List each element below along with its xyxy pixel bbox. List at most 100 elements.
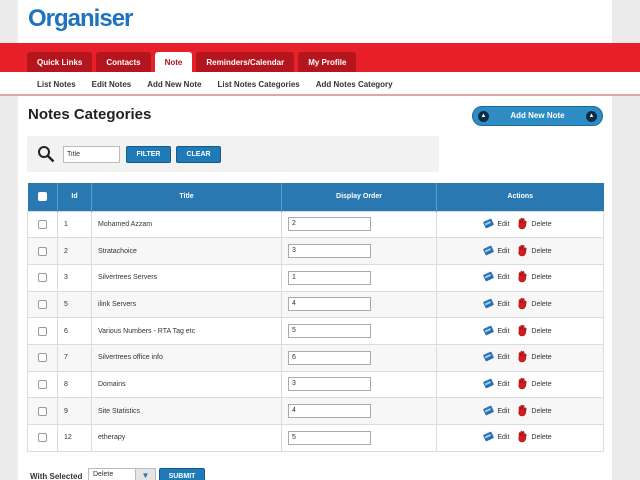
- delete-hand-icon[interactable]: [517, 244, 528, 259]
- subnav-list-notes[interactable]: List Notes: [37, 80, 76, 89]
- filter-button[interactable]: FILTER: [126, 146, 171, 163]
- delete-hand-icon[interactable]: [517, 297, 528, 312]
- delete-link[interactable]: Delete: [531, 434, 551, 441]
- row-checkbox[interactable]: [38, 273, 47, 283]
- delete-hand-icon[interactable]: [517, 350, 528, 365]
- header-title[interactable]: Title: [91, 183, 282, 211]
- edit-icon[interactable]: [483, 298, 495, 311]
- row-order-cell: 5: [281, 317, 437, 345]
- delete-link[interactable]: Delete: [531, 328, 551, 335]
- delete-hand-icon[interactable]: [517, 377, 528, 392]
- delete-hand-icon[interactable]: [517, 270, 528, 285]
- display-order-input[interactable]: 3: [288, 244, 371, 259]
- main-tabs: Quick Links Contacts Note Reminders/Cale…: [27, 52, 360, 72]
- row-actions: Edit Delete: [436, 317, 604, 345]
- row-title: ilink Servers: [91, 290, 282, 319]
- display-order-input[interactable]: 5: [288, 430, 371, 445]
- display-order-input[interactable]: 4: [288, 404, 371, 419]
- table-body: 1 Mohamed Azzam 2 Edit Delete 2 Stratachoice 3 E…: [27, 210, 604, 452]
- row-select-cell: [27, 343, 58, 372]
- submit-button[interactable]: SUBMIT: [159, 468, 205, 480]
- edit-link[interactable]: Edit: [497, 328, 509, 335]
- edit-icon[interactable]: [483, 271, 495, 284]
- delete-hand-icon[interactable]: [517, 430, 528, 445]
- row-id: 3: [57, 263, 92, 292]
- display-order-input[interactable]: 4: [288, 297, 371, 312]
- delete-link[interactable]: Delete: [531, 354, 551, 361]
- tab-contacts[interactable]: Contacts: [96, 52, 151, 72]
- app-logo[interactable]: Organiser: [28, 5, 133, 33]
- delete-link[interactable]: Delete: [531, 408, 551, 415]
- bulk-action-select[interactable]: Delete ▼: [88, 468, 156, 480]
- subnav-edit-notes[interactable]: Edit Notes: [92, 80, 132, 89]
- edit-icon[interactable]: [483, 218, 495, 231]
- tab-note[interactable]: Note: [154, 52, 193, 72]
- subnav-list-notes-categories[interactable]: List Notes Categories: [217, 80, 299, 89]
- row-id: 8: [57, 370, 92, 399]
- display-order-input[interactable]: 1: [288, 270, 371, 285]
- title-filter-input[interactable]: [63, 146, 120, 163]
- tab-my-profile[interactable]: My Profile: [298, 52, 357, 72]
- row-actions: Edit Delete: [436, 343, 604, 372]
- row-checkbox[interactable]: [38, 246, 47, 256]
- row-id: 9: [57, 397, 92, 425]
- display-order-input[interactable]: 6: [288, 350, 371, 365]
- row-title: Domains: [91, 370, 282, 399]
- row-actions: Edit Delete: [436, 263, 604, 292]
- subnav-add-notes-category[interactable]: Add Notes Category: [316, 80, 393, 89]
- display-order-input[interactable]: 5: [288, 324, 371, 339]
- header-display-order[interactable]: Display Order: [281, 183, 437, 211]
- delete-hand-icon[interactable]: [517, 404, 528, 419]
- sub-navigation: List Notes Edit Notes Add New Note List …: [0, 72, 640, 96]
- edit-link[interactable]: Edit: [497, 248, 509, 255]
- tab-reminders-calendar[interactable]: Reminders/Calendar: [196, 52, 295, 72]
- header-id[interactable]: Id: [57, 183, 92, 211]
- row-checkbox[interactable]: [38, 326, 47, 336]
- edit-link[interactable]: Edit: [497, 274, 509, 281]
- header-actions: Actions: [436, 183, 604, 211]
- delete-hand-icon[interactable]: [517, 217, 528, 232]
- edit-icon[interactable]: [483, 405, 495, 418]
- display-order-input[interactable]: 3: [288, 377, 371, 392]
- delete-link[interactable]: Delete: [531, 301, 551, 308]
- subnav-add-new-note[interactable]: Add New Note: [147, 80, 201, 89]
- edit-icon[interactable]: [483, 325, 495, 338]
- row-title: Silvertrees Servers: [91, 263, 282, 292]
- row-id: 7: [57, 343, 92, 372]
- row-select-cell: [27, 424, 58, 452]
- tab-quick-links[interactable]: Quick Links: [27, 52, 93, 72]
- edit-icon[interactable]: [483, 431, 495, 444]
- edit-icon[interactable]: [483, 351, 495, 364]
- row-checkbox[interactable]: [38, 379, 47, 389]
- edit-link[interactable]: Edit: [497, 408, 509, 415]
- row-checkbox[interactable]: [38, 353, 47, 363]
- edit-link[interactable]: Edit: [497, 381, 509, 388]
- row-checkbox[interactable]: [38, 406, 47, 416]
- row-actions: Edit Delete: [436, 370, 604, 399]
- edit-link[interactable]: Edit: [497, 354, 509, 361]
- display-order-input[interactable]: 2: [288, 217, 371, 232]
- edit-link[interactable]: Edit: [497, 434, 509, 441]
- edit-icon[interactable]: [483, 378, 495, 391]
- arrow-up-icon: ▲: [478, 111, 489, 122]
- table-row: 12 etherapy 5 Edit Delete: [27, 424, 604, 452]
- row-select-cell: [27, 317, 58, 345]
- edit-icon[interactable]: [483, 245, 495, 258]
- delete-hand-icon[interactable]: [517, 324, 528, 339]
- delete-link[interactable]: Delete: [531, 221, 551, 228]
- edit-link[interactable]: Edit: [497, 301, 509, 308]
- row-checkbox[interactable]: [38, 219, 47, 229]
- row-order-cell: 3: [281, 370, 437, 399]
- delete-link[interactable]: Delete: [531, 248, 551, 255]
- row-checkbox[interactable]: [38, 433, 47, 443]
- select-all-checkbox[interactable]: [37, 192, 47, 202]
- edit-link[interactable]: Edit: [497, 221, 509, 228]
- search-icon: [38, 146, 55, 163]
- clear-button[interactable]: CLEAR: [176, 146, 221, 163]
- row-order-cell: 4: [281, 397, 437, 425]
- delete-link[interactable]: Delete: [531, 274, 551, 281]
- row-checkbox[interactable]: [38, 299, 47, 309]
- row-order-cell: 1: [281, 263, 437, 292]
- delete-link[interactable]: Delete: [531, 381, 551, 388]
- add-new-note-button[interactable]: ▲ Add New Note ▲: [472, 106, 603, 126]
